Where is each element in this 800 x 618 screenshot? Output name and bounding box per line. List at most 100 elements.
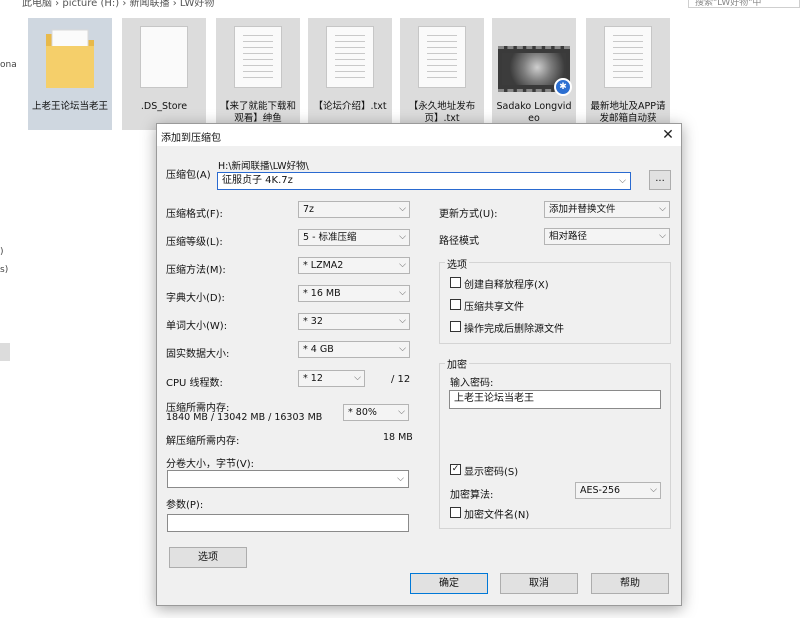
- sfx-checkbox[interactable]: [450, 277, 461, 288]
- cancel-button[interactable]: 取消: [500, 573, 578, 594]
- text-file-icon: [604, 26, 652, 88]
- parameters-input[interactable]: [167, 514, 409, 532]
- chevron-down-icon: ⌵: [650, 485, 657, 495]
- text-file-icon: [418, 26, 466, 88]
- level-value: 5 - 标准压缩: [303, 232, 357, 243]
- chevron-down-icon: ⌵: [398, 407, 405, 417]
- archive-label: 压缩包(A): [166, 170, 211, 181]
- file-item[interactable]: .DS_Store: [122, 18, 206, 130]
- file-name: .DS_Store: [140, 101, 188, 112]
- word-size-value: * 32: [303, 316, 323, 327]
- file-item[interactable]: 【来了就能下载和观看】绅鱼: [216, 18, 300, 130]
- close-icon[interactable]: ✕: [659, 126, 677, 144]
- memory-detail: 1840 MB / 13042 MB / 16303 MB: [166, 412, 323, 423]
- archive-name-value: 征服贞子 4K.7z: [222, 175, 293, 186]
- cpu-threads-value: * 12: [303, 373, 323, 384]
- volume-size-label: 分卷大小，字节(V):: [166, 459, 255, 470]
- password-input[interactable]: 上老王论坛当老王: [449, 390, 661, 409]
- delete-after-label: 操作完成后删除源文件: [464, 324, 564, 335]
- file-item[interactable]: 【论坛介绍】.txt: [308, 18, 392, 130]
- dialog-titlebar[interactable]: 添加到压缩包 ✕: [157, 124, 681, 146]
- level-label: 压缩等级(L):: [166, 237, 223, 248]
- encryption-group-title: 加密: [445, 356, 469, 371]
- chevron-down-icon: ⌵: [399, 344, 406, 354]
- update-mode-label: 更新方式(U):: [439, 209, 498, 220]
- update-mode-value: 添加并替换文件: [549, 204, 616, 215]
- file-item-video[interactable]: ✱ Sadako Longvideo: [492, 18, 576, 130]
- shared-files-label: 压缩共享文件: [464, 302, 524, 313]
- delete-after-checkbox[interactable]: [450, 321, 461, 332]
- word-size-select[interactable]: * 32 ⌵: [298, 313, 410, 330]
- chevron-down-icon: ⌵: [619, 176, 626, 186]
- file-item-folder[interactable]: 上老王论坛当老王: [28, 18, 112, 130]
- shared-files-checkbox[interactable]: [450, 299, 461, 310]
- chevron-down-icon: ⌵: [354, 373, 361, 383]
- cpu-threads-total: / 12: [391, 374, 411, 385]
- text-file-icon: [326, 26, 374, 88]
- solid-block-select[interactable]: * 4 GB ⌵: [298, 341, 410, 358]
- ok-button[interactable]: 确定: [410, 573, 488, 594]
- solid-block-value: * 4 GB: [303, 344, 334, 355]
- solid-block-label: 固实数据大小:: [166, 349, 230, 360]
- chevron-down-icon: ⌵: [659, 204, 666, 214]
- options-group-title: 选项: [445, 256, 469, 271]
- encryption-method-select[interactable]: AES-256 ⌵: [575, 482, 661, 499]
- memory-percent-select[interactable]: * 80% ⌵: [343, 404, 409, 421]
- browse-button[interactable]: ...: [649, 170, 671, 190]
- path-mode-value: 相对路径: [549, 231, 588, 242]
- encryption-method-value: AES-256: [580, 485, 621, 496]
- file-icon: [140, 26, 188, 88]
- path-mode-select[interactable]: 相对路径 ⌵: [544, 228, 670, 245]
- address-bar[interactable]: 此电脑 › picture (H:) › 新闻联播 › LW好物: [0, 0, 800, 8]
- format-select[interactable]: 7z ⌵: [298, 201, 410, 218]
- method-select[interactable]: * LZMA2 ⌵: [298, 257, 410, 274]
- nav-fragment: s): [0, 265, 9, 275]
- chevron-down-icon: ⌵: [399, 232, 406, 242]
- cpu-threads-label: CPU 线程数:: [166, 378, 223, 389]
- dictionary-label: 字典大小(D):: [166, 293, 225, 304]
- show-password-label: 显示密码(S): [464, 467, 519, 478]
- archive-name-combobox[interactable]: 征服贞子 4K.7z ⌵: [217, 172, 631, 190]
- file-name: 【论坛介绍】.txt: [313, 101, 387, 112]
- chevron-down-icon: ⌵: [399, 204, 406, 214]
- password-label: 输入密码:: [450, 378, 494, 389]
- chevron-down-icon: ⌵: [399, 260, 406, 270]
- nav-fragment: ona: [0, 60, 17, 70]
- file-name: 上老王论坛当老王: [31, 101, 108, 112]
- method-label: 压缩方法(M):: [166, 265, 226, 276]
- file-name: 【永久地址发布页】.txt: [408, 101, 476, 124]
- encrypt-names-checkbox[interactable]: [450, 507, 461, 518]
- chevron-down-icon: ⌵: [399, 288, 406, 298]
- chevron-down-icon: ⌵: [659, 231, 666, 241]
- sfx-label: 创建自释放程序(X): [464, 280, 549, 291]
- dictionary-value: * 16 MB: [303, 288, 341, 299]
- archive-path: H:\新闻联播\LW好物\: [218, 161, 309, 172]
- volume-size-combobox[interactable]: ⌵: [167, 470, 409, 488]
- file-name: 【来了就能下载和观看】绅鱼: [219, 101, 296, 124]
- format-label: 压缩格式(F):: [166, 209, 223, 220]
- cpu-threads-select[interactable]: * 12 ⌵: [298, 370, 365, 387]
- nav-selection: [0, 343, 10, 361]
- search-input[interactable]: 搜索"LW好物"中: [688, 0, 800, 8]
- encryption-method-label: 加密算法:: [450, 490, 494, 501]
- level-select[interactable]: 5 - 标准压缩 ⌵: [298, 229, 410, 246]
- add-to-archive-dialog: 添加到压缩包 ✕ 压缩包(A) H:\新闻联播\LW好物\ 征服贞子 4K.7z…: [156, 123, 682, 606]
- text-file-icon: [234, 26, 282, 88]
- update-mode-select[interactable]: 添加并替换文件 ⌵: [544, 201, 670, 218]
- format-value: 7z: [303, 204, 315, 215]
- decompress-memory-value: 18 MB: [383, 432, 413, 443]
- help-button[interactable]: 帮助: [591, 573, 669, 594]
- show-password-checkbox[interactable]: ✓: [450, 464, 461, 475]
- nav-fragment: ): [0, 247, 4, 257]
- file-item[interactable]: 【永久地址发布页】.txt: [400, 18, 484, 130]
- file-item[interactable]: 最新地址及APP请发邮箱自动获: [586, 18, 670, 130]
- dialog-title: 添加到压缩包: [161, 133, 221, 144]
- word-size-label: 单词大小(W):: [166, 321, 228, 332]
- memory-percent-value: * 80%: [348, 407, 377, 418]
- options-button[interactable]: 选项: [169, 547, 247, 568]
- file-name: 最新地址及APP请发邮箱自动获: [590, 101, 666, 124]
- media-badge-icon: ✱: [554, 78, 572, 96]
- dictionary-select[interactable]: * 16 MB ⌵: [298, 285, 410, 302]
- decompress-memory-label: 解压缩所需内存:: [166, 436, 240, 447]
- chevron-down-icon: ⌵: [397, 474, 404, 484]
